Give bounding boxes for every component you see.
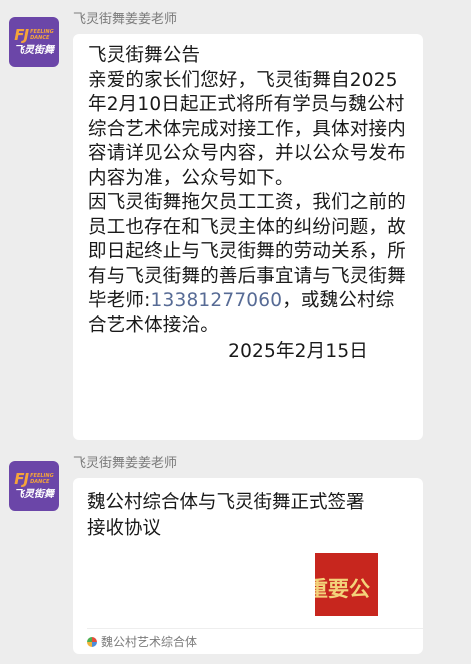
avatar[interactable]: FJ FEELING DANCE 飞灵街舞 — [9, 461, 59, 511]
announcement-paragraph: 因飞灵街舞拖欠员工工资，我们之前的员工也存在和飞灵主体的纠纷问题，故即日起终止与… — [88, 192, 406, 336]
avatar[interactable]: FJ FEELING DANCE 飞灵街舞 — [9, 17, 59, 67]
sender-name: 飞灵街舞姜姜老师 — [73, 12, 178, 27]
chat-view: FJ FEELING DANCE 飞灵街舞 飞灵街舞姜姜老师 飞灵街舞公告 亲爱… — [0, 0, 471, 664]
divider — [87, 628, 423, 629]
article-title: 魏公村综合体与飞灵街舞正式签署接收协议 — [87, 492, 365, 539]
mini-program-icon — [87, 637, 97, 647]
phone-link[interactable]: 13381277060 — [151, 290, 283, 311]
brand-logo-icon: FJ FEELING DANCE — [14, 469, 54, 488]
article-thumbnail: 重要公 — [315, 553, 378, 616]
source-name: 魏公村艺术综合体 — [101, 635, 198, 649]
message-bubble[interactable]: 飞灵街舞公告 亲爱的家长们您好，飞灵街舞自2025年2月10日起正式将所有学员与… — [73, 34, 423, 440]
brand-name: 飞灵街舞 — [14, 488, 54, 500]
announcement-date: 2025年2月15日 — [228, 341, 368, 362]
sender-name: 飞灵街舞姜姜老师 — [73, 456, 178, 471]
announcement-paragraph: 亲爱的家长们您好，飞灵街舞自2025年2月10日起正式将所有学员与魏公村综合艺术… — [88, 69, 406, 189]
brand-name: 飞灵街舞 — [14, 44, 54, 56]
article-source: 魏公村艺术综合体 — [87, 634, 197, 650]
brand-logo-icon: FJ FEELING DANCE — [14, 25, 54, 44]
announcement-title: 飞灵街舞公告 — [88, 45, 201, 66]
article-card[interactable]: 魏公村综合体与飞灵街舞正式签署接收协议 重要公 魏公村艺术综合体 — [73, 478, 423, 654]
